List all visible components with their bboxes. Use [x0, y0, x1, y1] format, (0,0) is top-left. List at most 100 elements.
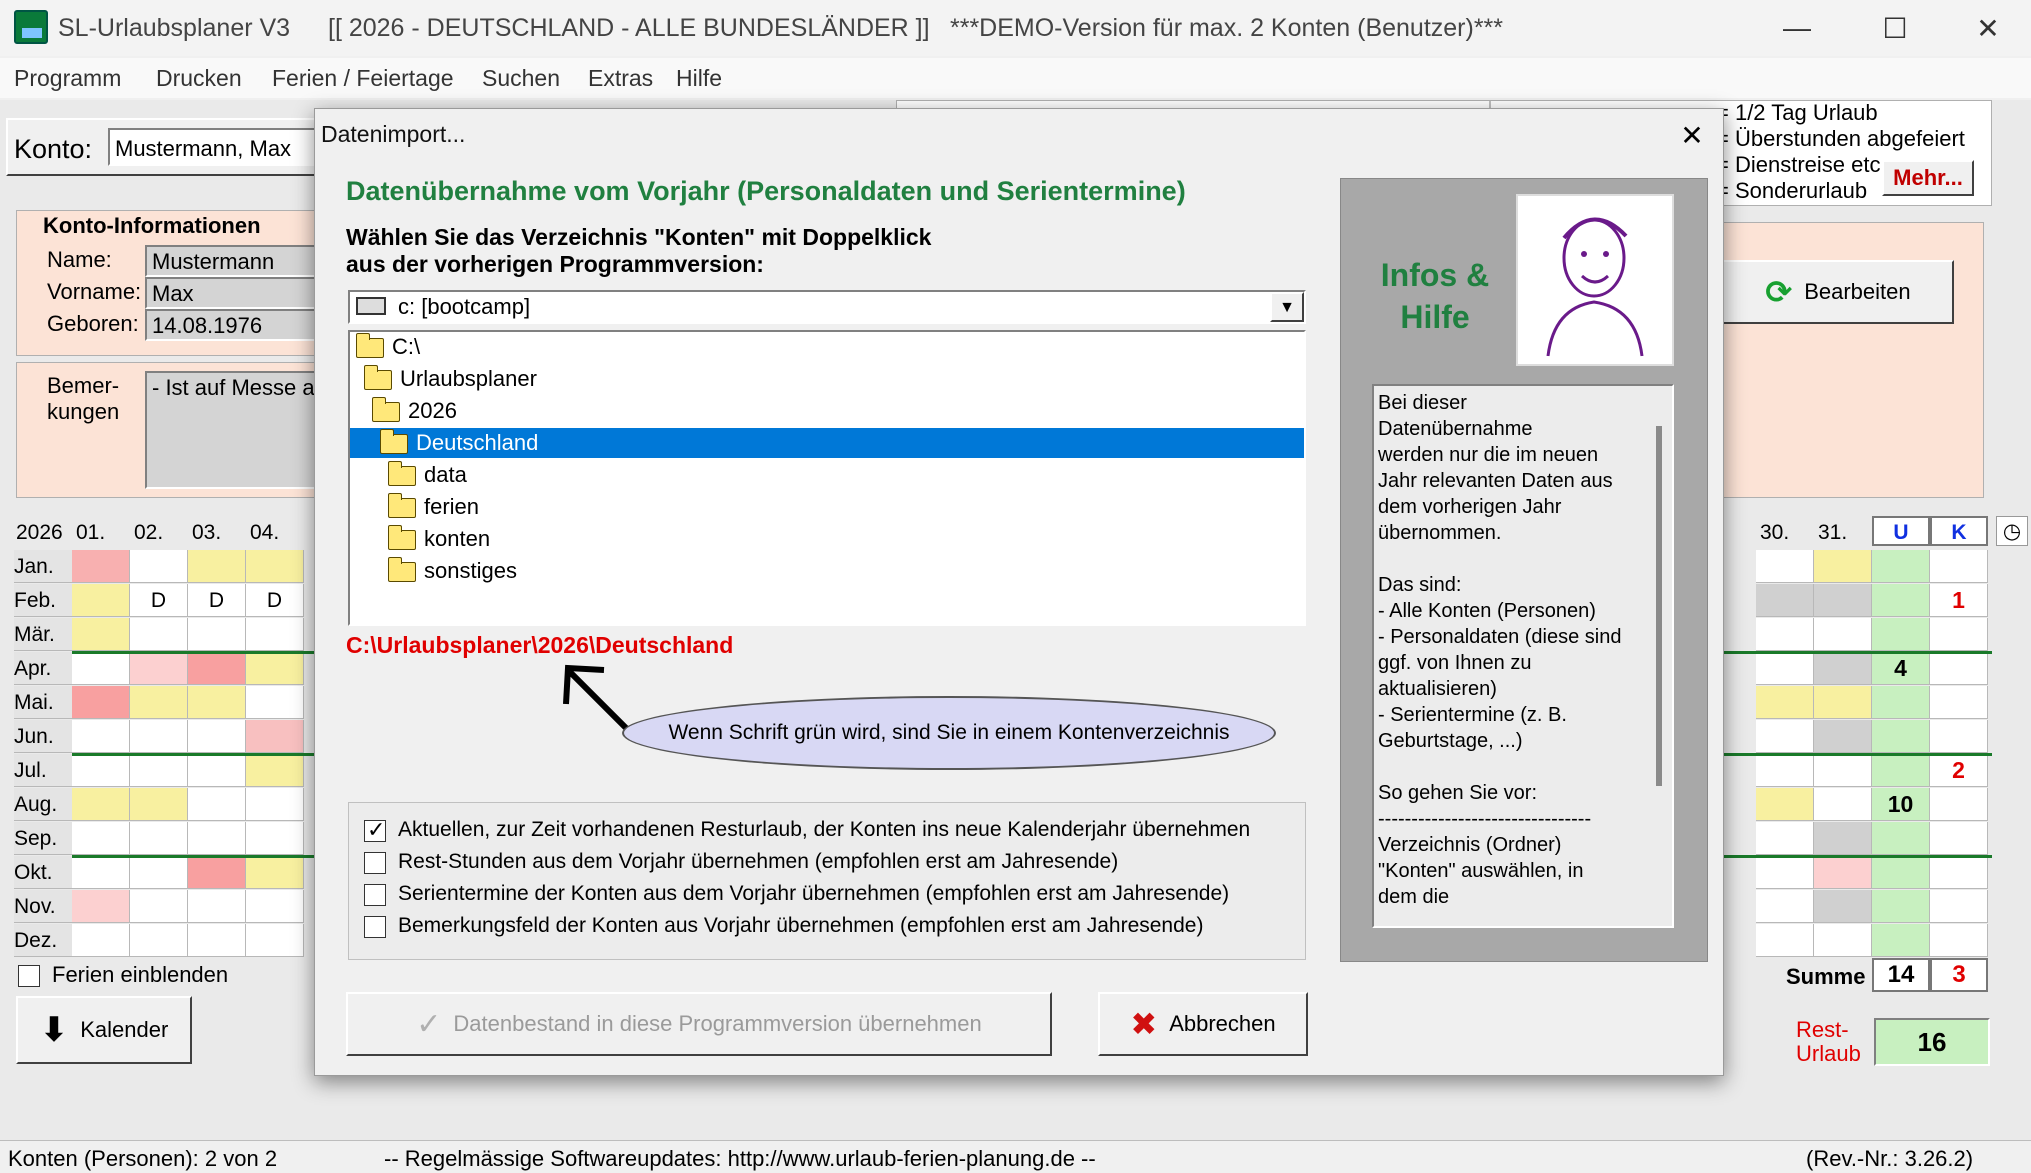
- day-cell[interactable]: [130, 550, 188, 583]
- day-cell[interactable]: [130, 652, 188, 685]
- day-cell[interactable]: [1756, 754, 1814, 787]
- tree-item-selected[interactable]: Deutschland: [350, 428, 1304, 458]
- tree-item[interactable]: konten: [388, 524, 490, 554]
- more-legend-button[interactable]: Mehr...: [1882, 160, 1974, 196]
- day-cell[interactable]: [72, 788, 130, 821]
- day-cell[interactable]: [246, 924, 304, 957]
- option-checkbox-reststunden[interactable]: [364, 852, 386, 874]
- tree-item[interactable]: C:\: [356, 332, 420, 362]
- day-cell[interactable]: [246, 550, 304, 583]
- day-cell[interactable]: [188, 924, 246, 957]
- day-cell[interactable]: D: [188, 584, 246, 617]
- day-cell[interactable]: [246, 618, 304, 651]
- option-checkbox-serientermine[interactable]: [364, 884, 386, 906]
- day-cell[interactable]: [1756, 686, 1814, 719]
- tree-item[interactable]: 2026: [372, 396, 457, 426]
- day-cell[interactable]: [1814, 720, 1872, 753]
- day-cell[interactable]: [246, 686, 304, 719]
- cancel-button[interactable]: ✖ Abbrechen: [1098, 992, 1308, 1056]
- geboren-field[interactable]: 14.08.1976: [145, 309, 325, 341]
- day-cell[interactable]: [1756, 584, 1814, 617]
- day-cell[interactable]: [130, 754, 188, 787]
- day-cell[interactable]: [246, 720, 304, 753]
- option-checkbox-bemerkungen[interactable]: [364, 916, 386, 938]
- day-cell[interactable]: [130, 788, 188, 821]
- day-cell[interactable]: [188, 856, 246, 889]
- day-cell[interactable]: [1756, 822, 1814, 855]
- day-cell[interactable]: [130, 720, 188, 753]
- day-cell[interactable]: [1814, 686, 1872, 719]
- tree-item[interactable]: sonstiges: [388, 556, 517, 586]
- minimize-button[interactable]: —: [1757, 4, 1837, 52]
- day-cell[interactable]: [72, 924, 130, 957]
- day-cell[interactable]: [130, 686, 188, 719]
- day-cell[interactable]: [1814, 652, 1872, 685]
- name-field[interactable]: Mustermann: [145, 245, 325, 277]
- day-cell[interactable]: [246, 856, 304, 889]
- tree-item[interactable]: data: [388, 460, 467, 490]
- day-cell[interactable]: [130, 924, 188, 957]
- day-cell[interactable]: [72, 652, 130, 685]
- day-cell[interactable]: [72, 550, 130, 583]
- menu-drucken[interactable]: Drucken: [156, 65, 242, 92]
- day-cell[interactable]: [246, 890, 304, 923]
- day-cell[interactable]: [1814, 584, 1872, 617]
- day-cell[interactable]: [72, 754, 130, 787]
- day-cell[interactable]: [1814, 890, 1872, 923]
- day-cell[interactable]: [130, 890, 188, 923]
- import-button[interactable]: ✓ Datenbestand in diese Programmversion …: [346, 992, 1052, 1056]
- day-cell[interactable]: [130, 822, 188, 855]
- day-cell[interactable]: [72, 584, 130, 617]
- edit-button[interactable]: ⟳ Bearbeiten: [1722, 260, 1954, 324]
- day-cell[interactable]: [1756, 924, 1814, 957]
- day-cell[interactable]: [1814, 550, 1872, 583]
- drive-select[interactable]: c: [bootcamp] ▼: [348, 290, 1306, 324]
- day-cell[interactable]: [246, 788, 304, 821]
- day-cell[interactable]: [1814, 618, 1872, 651]
- day-cell[interactable]: [1814, 856, 1872, 889]
- help-scrollbar[interactable]: [1656, 426, 1662, 786]
- tree-item[interactable]: Urlaubsplaner: [364, 364, 537, 394]
- day-cell[interactable]: [1756, 856, 1814, 889]
- menu-extras[interactable]: Extras: [588, 65, 653, 92]
- menu-suchen[interactable]: Suchen: [482, 65, 560, 92]
- day-cell[interactable]: [188, 788, 246, 821]
- close-window-button[interactable]: ✕: [1948, 4, 2028, 52]
- day-cell[interactable]: D: [130, 584, 188, 617]
- menu-ferien-feiertage[interactable]: Ferien / Feiertage: [272, 65, 454, 92]
- day-cell[interactable]: [188, 686, 246, 719]
- kalender-button[interactable]: ⬇ Kalender: [16, 996, 192, 1064]
- day-cell[interactable]: [188, 550, 246, 583]
- day-cell[interactable]: D: [246, 584, 304, 617]
- day-cell[interactable]: [72, 618, 130, 651]
- konto-select[interactable]: Mustermann, Max: [108, 128, 318, 166]
- day-cell[interactable]: [130, 856, 188, 889]
- day-cell[interactable]: [1756, 652, 1814, 685]
- day-cell[interactable]: [1756, 720, 1814, 753]
- ferien-checkbox[interactable]: [18, 965, 40, 987]
- day-cell[interactable]: [72, 890, 130, 923]
- day-cell[interactable]: [72, 856, 130, 889]
- option-checkbox-resturlaub[interactable]: [364, 817, 386, 843]
- day-cell[interactable]: [72, 686, 130, 719]
- day-cell[interactable]: [188, 720, 246, 753]
- day-cell[interactable]: [130, 618, 188, 651]
- day-cell[interactable]: [188, 618, 246, 651]
- day-cell[interactable]: [72, 822, 130, 855]
- day-cell[interactable]: [72, 720, 130, 753]
- day-cell[interactable]: [246, 822, 304, 855]
- day-cell[interactable]: [1814, 754, 1872, 787]
- maximize-button[interactable]: ☐: [1855, 4, 1935, 52]
- menu-programm[interactable]: Programm: [14, 65, 121, 92]
- tree-item[interactable]: ferien: [388, 492, 479, 522]
- day-cell[interactable]: [1814, 788, 1872, 821]
- bemerkungen-field[interactable]: - Ist auf Messe am: [145, 371, 325, 489]
- day-cell[interactable]: [246, 754, 304, 787]
- menu-hilfe[interactable]: Hilfe: [676, 65, 722, 92]
- day-cell[interactable]: [188, 754, 246, 787]
- clock-icon[interactable]: ◷: [1996, 516, 2028, 546]
- day-cell[interactable]: [1756, 788, 1814, 821]
- day-cell[interactable]: [246, 652, 304, 685]
- chevron-down-icon[interactable]: ▼: [1270, 292, 1304, 322]
- day-cell[interactable]: [1756, 890, 1814, 923]
